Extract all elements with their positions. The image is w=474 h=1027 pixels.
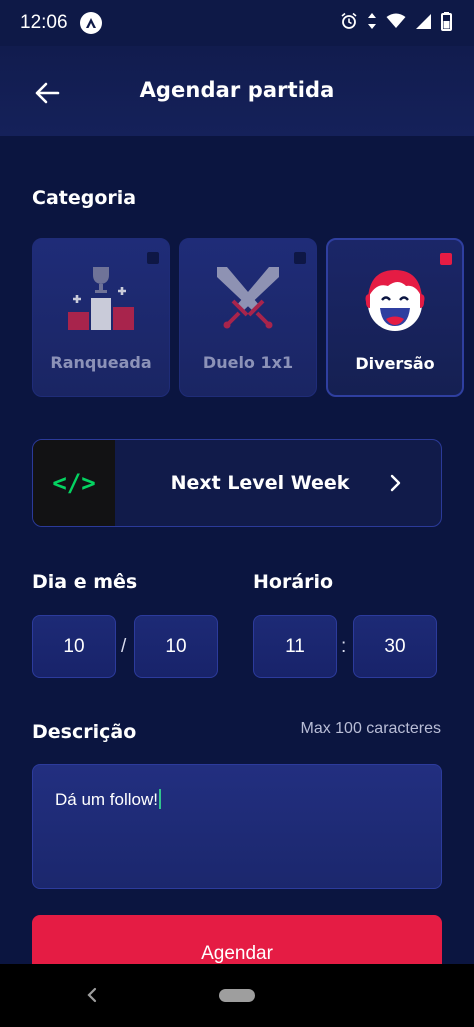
status-left: 12:06 (20, 12, 102, 34)
chevron-right-icon (390, 474, 401, 492)
ranked-trophy-icon (33, 263, 169, 343)
date-separator: / (121, 636, 127, 657)
page-title: Agendar partida (139, 78, 335, 102)
category-label-ranqueada: Ranqueada (50, 353, 152, 372)
description-value: Dá um follow! (55, 790, 158, 809)
signal-icon (415, 13, 432, 34)
date-label: Dia e mês (32, 571, 138, 593)
category-card-diversao[interactable]: Diversão (326, 238, 464, 397)
char-limit-hint: Max 100 caracteres (300, 720, 441, 737)
month-input[interactable]: 10 (134, 615, 218, 678)
minute-input[interactable]: 30 (353, 615, 437, 678)
status-right (340, 11, 452, 35)
description-label: Descrição (32, 721, 137, 743)
battery-icon (441, 11, 452, 35)
crossed-swords-icon (180, 263, 316, 343)
time-label: Horário (253, 571, 334, 593)
wifi-icon (386, 13, 406, 33)
nav-home-pill[interactable] (219, 989, 255, 1002)
description-textarea[interactable]: Dá um follow! (32, 764, 442, 889)
server-name: Next Level Week (170, 472, 350, 494)
category-label-duelo: Duelo 1x1 (202, 353, 294, 372)
laughing-face-icon (328, 264, 462, 344)
category-card-ranqueada[interactable]: Ranqueada (32, 238, 170, 397)
header: Agendar partida (0, 46, 474, 136)
category-label: Categoria (32, 187, 137, 209)
app-notification-icon (79, 12, 102, 34)
status-clock: 12:06 (20, 12, 68, 33)
server-select[interactable]: </> Next Level Week (32, 439, 442, 527)
hour-input[interactable]: 11 (253, 615, 337, 678)
category-card-duelo[interactable]: Duelo 1x1 (179, 238, 317, 397)
status-bar: 12:06 (0, 0, 474, 46)
category-label-diversao: Diversão (355, 354, 435, 373)
server-code-icon: </> (33, 440, 115, 526)
nav-back-icon[interactable] (84, 986, 100, 1004)
time-separator: : (341, 636, 347, 657)
day-input[interactable]: 10 (32, 615, 116, 678)
data-arrows-icon (367, 12, 377, 34)
alarm-icon (340, 12, 358, 34)
text-cursor (158, 789, 161, 809)
